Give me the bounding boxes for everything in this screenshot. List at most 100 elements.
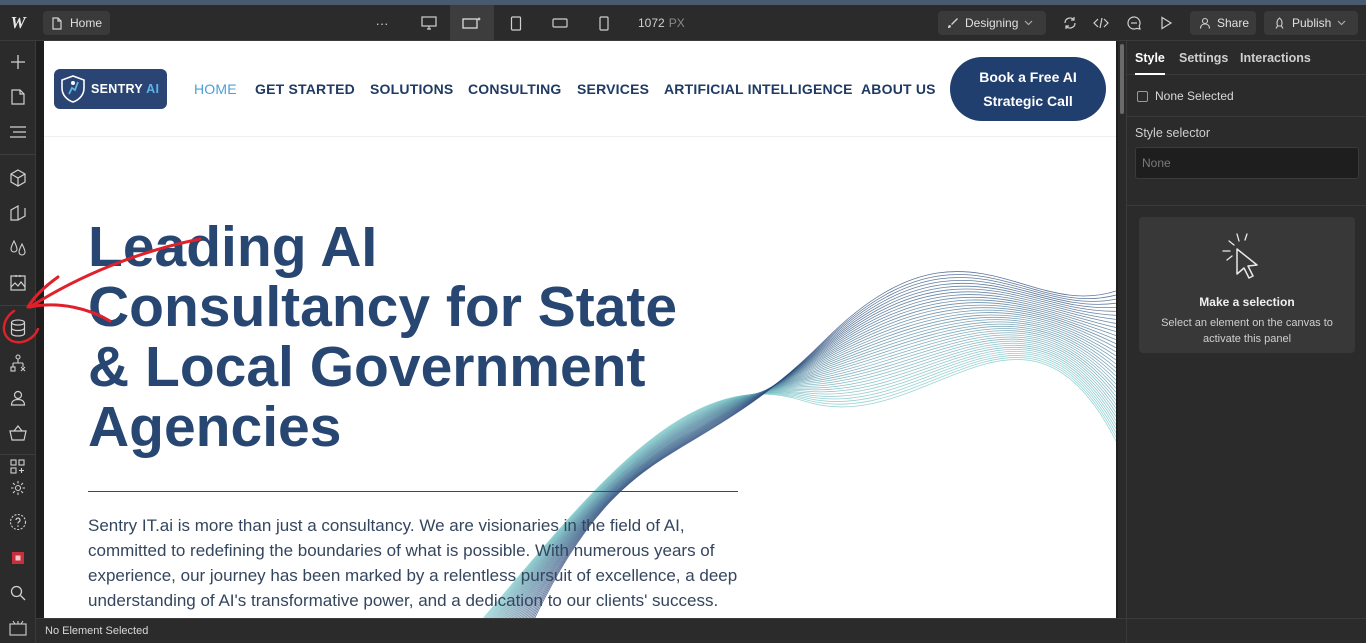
panel-divider — [1127, 116, 1366, 117]
code-export-button[interactable] — [1086, 11, 1116, 35]
brush-icon — [948, 18, 958, 28]
page-name: Home — [70, 16, 103, 30]
logic-button[interactable] — [0, 348, 36, 378]
nav-link-services[interactable]: SERVICES — [577, 81, 649, 97]
base-breakpoint-button[interactable] — [450, 5, 494, 41]
none-selected-row[interactable]: None Selected — [1137, 89, 1234, 103]
variables-button[interactable] — [0, 233, 36, 263]
settings-button[interactable] — [0, 473, 36, 503]
help-icon — [9, 513, 27, 531]
nav-link-consulting[interactable]: CONSULTING — [468, 81, 562, 97]
help-button[interactable] — [0, 507, 36, 537]
style-selector-input[interactable]: None — [1135, 147, 1359, 179]
chevron-down-icon — [1337, 20, 1346, 26]
hero-heading: Leading AI Consultancy for State & Local… — [88, 217, 738, 457]
mobile-landscape-breakpoint-button[interactable] — [545, 11, 575, 35]
style-selectors-button[interactable] — [0, 198, 36, 228]
none-selected-checkbox[interactable] — [1137, 90, 1148, 102]
desktop-icon — [421, 16, 437, 30]
site-logo[interactable]: SENTRY AI — [54, 69, 167, 109]
video-icon — [9, 620, 27, 636]
hero-heading-line-1: Leading AI — [88, 215, 378, 279]
add-elements-button[interactable] — [0, 47, 36, 77]
record-icon — [12, 552, 24, 564]
canvas-area: SENTRY AI HOME GET STARTED SOLUTIONS CON… — [36, 41, 1126, 618]
tab-interactions[interactable]: Interactions — [1240, 51, 1311, 65]
mobile-portrait-breakpoint-button[interactable] — [589, 11, 619, 35]
base-breakpoint-icon — [462, 17, 481, 29]
style-selector-label: Style selector — [1135, 126, 1211, 140]
mode-selector-button[interactable]: Designing — [938, 11, 1046, 35]
database-icon — [10, 319, 26, 337]
comment-icon — [1127, 16, 1141, 30]
panel-tabs: Style Settings Interactions — [1127, 41, 1366, 75]
tablet-breakpoint-button[interactable] — [501, 11, 531, 35]
nav-link-home[interactable]: HOME — [194, 81, 237, 97]
publish-button[interactable]: Publish — [1264, 11, 1358, 35]
canvas-width-unit: PX — [668, 16, 685, 30]
navigator-icon — [10, 126, 26, 138]
navigator-button[interactable] — [0, 117, 36, 147]
none-selected-label: None Selected — [1155, 89, 1234, 103]
pages-button[interactable] — [0, 82, 36, 112]
gear-icon — [11, 481, 25, 495]
mobile-portrait-icon — [599, 15, 609, 31]
nav-link-get-started[interactable]: GET STARTED — [255, 81, 355, 97]
canvas-width-value: 1072 — [638, 16, 665, 30]
book-call-button[interactable]: Book a Free AI Strategic Call — [950, 57, 1106, 121]
site-brand: SENTRY AI — [91, 82, 159, 96]
canvas-width-readout[interactable]: 1072 PX — [638, 5, 685, 41]
rocket-icon — [1275, 16, 1284, 29]
hero-paragraph: Sentry IT.ai is more than just a consult… — [88, 516, 738, 618]
sidebar-divider — [0, 154, 36, 155]
comments-button[interactable] — [1119, 11, 1149, 35]
search-button[interactable] — [0, 578, 36, 608]
designer-toolbar: W Home ··· 1072 PX Designing Share Publi… — [0, 5, 1366, 41]
nav-link-solutions[interactable]: SOLUTIONS — [370, 81, 453, 97]
card-description: Select an element on the canvas to activ… — [1161, 317, 1333, 345]
tab-style[interactable]: Style — [1135, 51, 1165, 75]
hero-heading-line-2: Consultancy for State — [88, 275, 678, 339]
hero-divider — [88, 491, 738, 492]
cms-button[interactable] — [0, 313, 36, 343]
page-canvas[interactable]: SENTRY AI HOME GET STARTED SOLUTIONS CON… — [44, 41, 1116, 618]
nav-link-about-us[interactable]: ABOUT US — [861, 81, 936, 97]
video-tutorials-button[interactable] — [0, 613, 36, 643]
panel-divider — [1127, 205, 1366, 206]
webflow-logo[interactable]: W — [0, 5, 36, 41]
hero-heading-line-4: Agencies — [88, 395, 342, 459]
style-panel: Style Settings Interactions None Selecte… — [1126, 41, 1366, 618]
canvas-scrollbar-thumb[interactable] — [1120, 44, 1124, 114]
status-bar-right — [1126, 618, 1366, 643]
users-button[interactable] — [0, 383, 36, 413]
publish-label: Publish — [1292, 16, 1332, 30]
status-text: No Element Selected — [45, 625, 149, 637]
brand-ai: AI — [146, 82, 160, 96]
empty-selection-card: Make a selection Select an element on th… — [1139, 217, 1355, 353]
tab-settings[interactable]: Settings — [1179, 51, 1228, 65]
user-icon — [10, 390, 26, 406]
tablet-icon — [510, 15, 522, 31]
style-selector-icon — [10, 204, 26, 221]
preview-button[interactable] — [1151, 11, 1181, 35]
plus-icon — [11, 55, 25, 69]
flow-icon — [10, 354, 26, 372]
basket-icon — [9, 425, 27, 441]
share-button[interactable]: Share — [1190, 11, 1256, 35]
status-bar: No Element Selected — [36, 618, 1126, 643]
assets-button[interactable] — [0, 268, 36, 298]
code-icon — [1093, 17, 1109, 29]
mobile-landscape-icon — [552, 18, 568, 28]
more-options-button[interactable]: ··· — [367, 11, 397, 35]
nav-link-artificial-intelligence[interactable]: ARTIFICIAL INTELLIGENCE — [664, 81, 853, 97]
record-button[interactable] — [0, 543, 36, 573]
cta-line-2: Strategic Call — [983, 93, 1073, 109]
page-selector-button[interactable]: Home — [43, 11, 111, 35]
site-navbar: SENTRY AI HOME GET STARTED SOLUTIONS CON… — [44, 41, 1116, 137]
canvas-scrollbar-track[interactable] — [1118, 41, 1126, 618]
components-button[interactable] — [0, 163, 36, 193]
ecommerce-button[interactable] — [0, 418, 36, 448]
sync-button[interactable] — [1055, 11, 1085, 35]
left-toolbar — [0, 41, 36, 643]
desktop-breakpoint-button[interactable] — [414, 11, 444, 35]
